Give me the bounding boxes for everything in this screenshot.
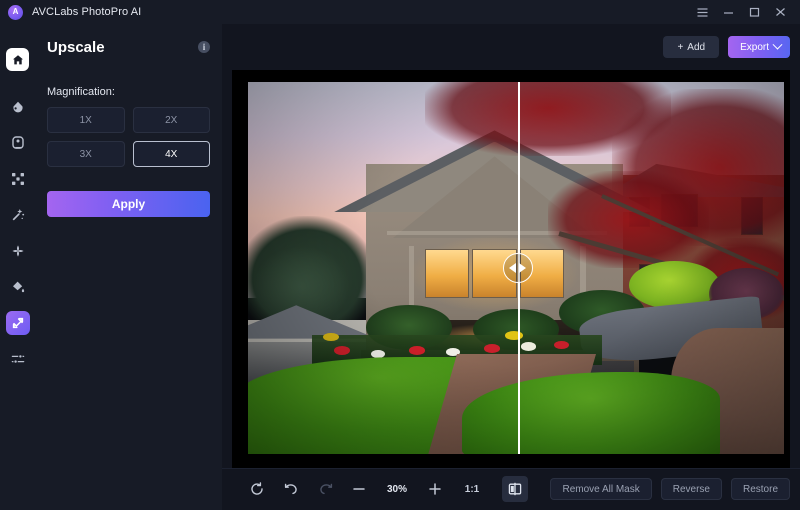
title-bar: A AVCLabs PhotoPro AI (0, 0, 800, 24)
color-drop-icon[interactable] (6, 95, 30, 119)
background-remove-icon[interactable] (6, 167, 30, 191)
chevron-down-icon (772, 39, 783, 50)
actual-size-button[interactable]: 1:1 (452, 484, 492, 495)
magnification-option-2x[interactable]: 2X (132, 107, 210, 133)
hamburger-icon[interactable] (690, 1, 714, 23)
zoom-level: 30% (386, 483, 407, 495)
mask-actions: Remove All Mask Reverse Restore (550, 478, 790, 500)
export-button-label: Export (740, 41, 769, 53)
compare-split-handle[interactable] (502, 253, 533, 283)
magnification-label: Magnification: (47, 86, 115, 98)
toolbar-divider (222, 468, 800, 469)
home-icon[interactable] (6, 48, 29, 71)
add-button-label: Add (687, 41, 706, 53)
app-logo-icon: A (8, 4, 23, 20)
restore-button[interactable]: Restore (730, 478, 790, 500)
canvas-area[interactable] (232, 70, 790, 468)
portrait-retouch-icon[interactable] (6, 131, 30, 155)
magic-wand-icon[interactable] (6, 203, 30, 227)
export-button[interactable]: Export (728, 36, 790, 58)
app-logo-glyph: A (12, 7, 19, 16)
remove-all-mask-button[interactable]: Remove All Mask (550, 478, 652, 500)
undo-button[interactable] (274, 476, 308, 502)
workspace: + Add Export 30% 1:1 Remove All Mask Rev… (222, 24, 800, 510)
upscale-expand-icon[interactable] (5, 311, 30, 335)
preview-image[interactable] (248, 82, 784, 454)
tool-rail (0, 24, 35, 510)
adjust-sliders-icon[interactable] (6, 347, 30, 371)
redo-button[interactable] (308, 476, 342, 502)
arrow-right-icon (519, 263, 527, 273)
left-panel: Upscale i Magnification: 1X 2X 3X 4X App… (35, 24, 222, 510)
split-compare-icon[interactable] (502, 476, 528, 502)
view-tools: 30% 1:1 (240, 476, 528, 502)
enhance-sparkle-icon[interactable] (6, 239, 30, 263)
zoom-in-button[interactable] (418, 476, 452, 502)
page-title: Upscale (47, 38, 105, 56)
panel-header: Upscale i (43, 24, 214, 70)
magnification-option-1x[interactable]: 1X (47, 107, 125, 133)
main-body: Upscale i Magnification: 1X 2X 3X 4X App… (0, 24, 800, 510)
zoom-out-button[interactable] (342, 476, 376, 502)
bottom-toolbar: 30% 1:1 Remove All Mask Reverse Restore (222, 468, 800, 510)
info-icon[interactable]: i (198, 41, 210, 53)
magnification-option-4x[interactable]: 4X (132, 141, 210, 167)
reset-button[interactable] (240, 476, 274, 502)
magnification-options: 1X 2X 3X 4X (43, 107, 214, 167)
app-title: AVCLabs PhotoPro AI (32, 6, 142, 18)
arrow-left-icon (509, 263, 517, 273)
magnification-option-3x[interactable]: 3X (47, 141, 125, 167)
reverse-button[interactable]: Reverse (660, 478, 722, 500)
app-window: A AVCLabs PhotoPro AI Upscale i Magnific… (0, 0, 800, 510)
paint-bucket-icon[interactable] (6, 275, 30, 299)
minimize-icon[interactable] (716, 1, 740, 23)
add-button[interactable]: + Add (663, 36, 720, 58)
window-controls (690, 1, 792, 23)
add-plus-icon: + (677, 41, 684, 53)
apply-button[interactable]: Apply (47, 191, 210, 217)
close-icon[interactable] (768, 1, 792, 23)
maximize-icon[interactable] (742, 1, 766, 23)
top-action-bar: + Add Export (222, 24, 800, 70)
